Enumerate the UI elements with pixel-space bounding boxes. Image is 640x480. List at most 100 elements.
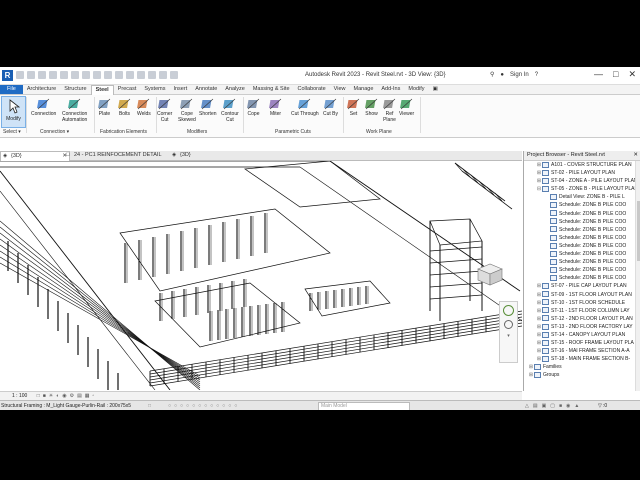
tab-reinforcement-detail[interactable]: □ 24 - PC1 REINFOCEMENT DETAIL	[64, 151, 174, 160]
steel-member[interactable]	[0, 170, 171, 390]
steel-member[interactable]	[454, 162, 506, 202]
tab-file[interactable]: File	[0, 85, 23, 94]
tab-architecture[interactable]: Architecture	[23, 85, 60, 94]
browser-item[interactable]: ⊞ ST-12 - 2ND FLOOR LAYOUT PLAN	[524, 315, 635, 323]
project-browser-scrollbar[interactable]	[635, 161, 640, 391]
steel-member[interactable]	[0, 238, 201, 385]
zoom-dropdown-icon[interactable]: ▾	[500, 333, 517, 339]
browser-item[interactable]: ⊞ ST-10 - 1ST FLOOR SCHEDULE	[524, 299, 635, 307]
shorten-button[interactable]: Shorten	[199, 97, 217, 117]
slab-opening[interactable]	[244, 161, 381, 208]
close-button[interactable]: ✕	[628, 69, 636, 80]
selection-filter-icon[interactable]: ▽	[598, 401, 602, 410]
steel-member[interactable]	[0, 190, 156, 390]
connection-button[interactable]: Connection	[31, 97, 56, 117]
tab-add-ins[interactable]: Add-Ins	[377, 85, 404, 94]
modify-button[interactable]: Modify	[1, 96, 26, 128]
browser-item[interactable]: ⊞ ST-16 - MAI FRAME SECTION A-A	[524, 347, 635, 355]
set-button[interactable]: Set	[347, 97, 360, 117]
steering-wheel-icon[interactable]	[503, 305, 514, 316]
steel-member[interactable]	[0, 244, 201, 383]
search-icon[interactable]: ⚲	[490, 71, 494, 78]
welds-button[interactable]: Welds	[137, 97, 151, 117]
save-icon[interactable]	[27, 71, 35, 79]
browser-item[interactable]: ⊞ ST-13 - 2ND FLOOR FACTORY LAY	[524, 323, 635, 331]
steel-member[interactable]	[0, 262, 201, 377]
tab-insert[interactable]: Insert	[169, 85, 191, 94]
tab-manage[interactable]: Manage	[350, 85, 378, 94]
browser-item[interactable]: ⊞ ST-18 - MAIN FRAME SECTION B-	[524, 355, 635, 363]
tab-analyze[interactable]: Analyze	[221, 85, 249, 94]
tab-annotate[interactable]: Annotate	[191, 85, 221, 94]
contour-cut-button[interactable]: Contour Cut	[221, 97, 239, 123]
connection-automation-button[interactable]: Connection Automation	[62, 97, 87, 123]
tab-view[interactable]: View	[330, 85, 350, 94]
browser-item[interactable]: Schedule: ZONE B PILE COO	[524, 201, 635, 209]
sync-icon[interactable]	[38, 71, 46, 79]
close-hidden-icon[interactable]	[159, 71, 167, 79]
tab-3d-view[interactable]: ◈ {3D} ✕	[0, 151, 70, 161]
slab-opening[interactable]	[154, 282, 301, 348]
sign-in-link[interactable]: Sign In	[510, 72, 529, 78]
browser-item[interactable]: Schedule: ZONE B PILE COO	[524, 226, 635, 234]
measure-icon[interactable]	[82, 71, 90, 79]
tab-modify[interactable]: Modify	[404, 85, 428, 94]
browser-item[interactable]: Schedule: ZONE B PILE COO	[524, 210, 635, 218]
viewcube[interactable]	[470, 261, 504, 289]
switch-windows-icon[interactable]	[170, 71, 178, 79]
minimize-button[interactable]: —	[594, 69, 603, 80]
miter-button[interactable]: Miter	[269, 97, 282, 117]
browser-item[interactable]: Schedule: ZONE B PILE COO	[524, 274, 635, 282]
browser-item[interactable]: ⊞ ST-07 - PILE CAP LAYOUT PLAN	[524, 282, 635, 290]
panel-select[interactable]: Select ▾	[3, 129, 21, 135]
close-icon[interactable]: ✕	[633, 151, 638, 160]
browser-item[interactable]: Schedule: ZONE B PILE COO	[524, 242, 635, 250]
revit-logo-icon[interactable]: R	[2, 70, 13, 81]
open-icon[interactable]	[16, 71, 24, 79]
tab-steel[interactable]: Steel	[90, 84, 114, 95]
steel-member[interactable]	[0, 220, 201, 390]
panel-connection[interactable]: Connection ▾	[40, 129, 69, 135]
browser-item[interactable]: Schedule: ZONE B PILE COO	[524, 234, 635, 242]
undo-icon[interactable]	[49, 71, 57, 79]
steel-member[interactable]	[461, 170, 513, 210]
selection-filter-icons[interactable]: △▤▣▢■◉▲	[525, 401, 583, 410]
tab-systems[interactable]: Systems	[140, 85, 169, 94]
tab-massing-site[interactable]: Massing & Site	[249, 85, 294, 94]
tab-structure[interactable]: Structure	[60, 85, 90, 94]
browser-item[interactable]: Schedule: ZONE B PILE COO	[524, 250, 635, 258]
slab-opening[interactable]	[429, 218, 483, 246]
tab-precast[interactable]: Precast	[114, 85, 141, 94]
ref-plane-button[interactable]: Ref Plane	[383, 97, 396, 123]
steel-member[interactable]	[0, 256, 201, 379]
redo-icon[interactable]	[60, 71, 68, 79]
steel-member[interactable]	[0, 250, 201, 381]
browser-item[interactable]: ⊞ ST-09 - 1ST FLOOR LAYOUT PLAN	[524, 291, 635, 299]
cope-skewed-button[interactable]: Cope Skewed	[178, 97, 196, 123]
ribbon-options-icon[interactable]: ▣	[429, 85, 442, 94]
browser-item[interactable]: ⊞ ST-15 - ROOF FRAME LAYOUT PLA	[524, 339, 635, 347]
cope-button[interactable]: Cope	[247, 97, 260, 117]
zoom-icon[interactable]	[504, 320, 513, 329]
help-icon[interactable]: ?	[535, 72, 538, 78]
browser-item[interactable]: ⊞ ST-02 - PILE LAYOUT PLAN	[524, 169, 635, 177]
view-scale[interactable]: 1 : 100	[12, 393, 27, 399]
steel-member[interactable]	[0, 226, 201, 389]
thin-lines-icon[interactable]	[148, 71, 156, 79]
viewer-button[interactable]: Viewer	[399, 97, 414, 117]
browser-item[interactable]: Schedule: ZONE B PILE COO	[524, 218, 635, 226]
tab-collaborate[interactable]: Collaborate	[294, 85, 330, 94]
tag-icon[interactable]	[104, 71, 112, 79]
browser-item[interactable]: ⊞ A101 - COVER STRUCTURE PLAN	[524, 161, 635, 169]
browser-item[interactable]: ⊞ Groups	[524, 371, 635, 379]
cut-by-button[interactable]: Cut By	[323, 97, 338, 117]
design-option-dropdown[interactable]: Main Model	[318, 402, 410, 410]
steel-member[interactable]	[0, 232, 201, 387]
browser-item[interactable]: ⊞ Families	[524, 363, 635, 371]
browser-item[interactable]: ⊞ ST-11 - 1ST FLOOR COLUMN LAY	[524, 307, 635, 315]
tab-3d-view-2[interactable]: ◈ {3D}	[170, 151, 220, 160]
steel-member[interactable]	[429, 294, 483, 300]
show-button[interactable]: Show	[365, 97, 378, 117]
dimension-icon[interactable]	[93, 71, 101, 79]
corner-cut-button[interactable]: Corner Cut	[157, 97, 172, 123]
